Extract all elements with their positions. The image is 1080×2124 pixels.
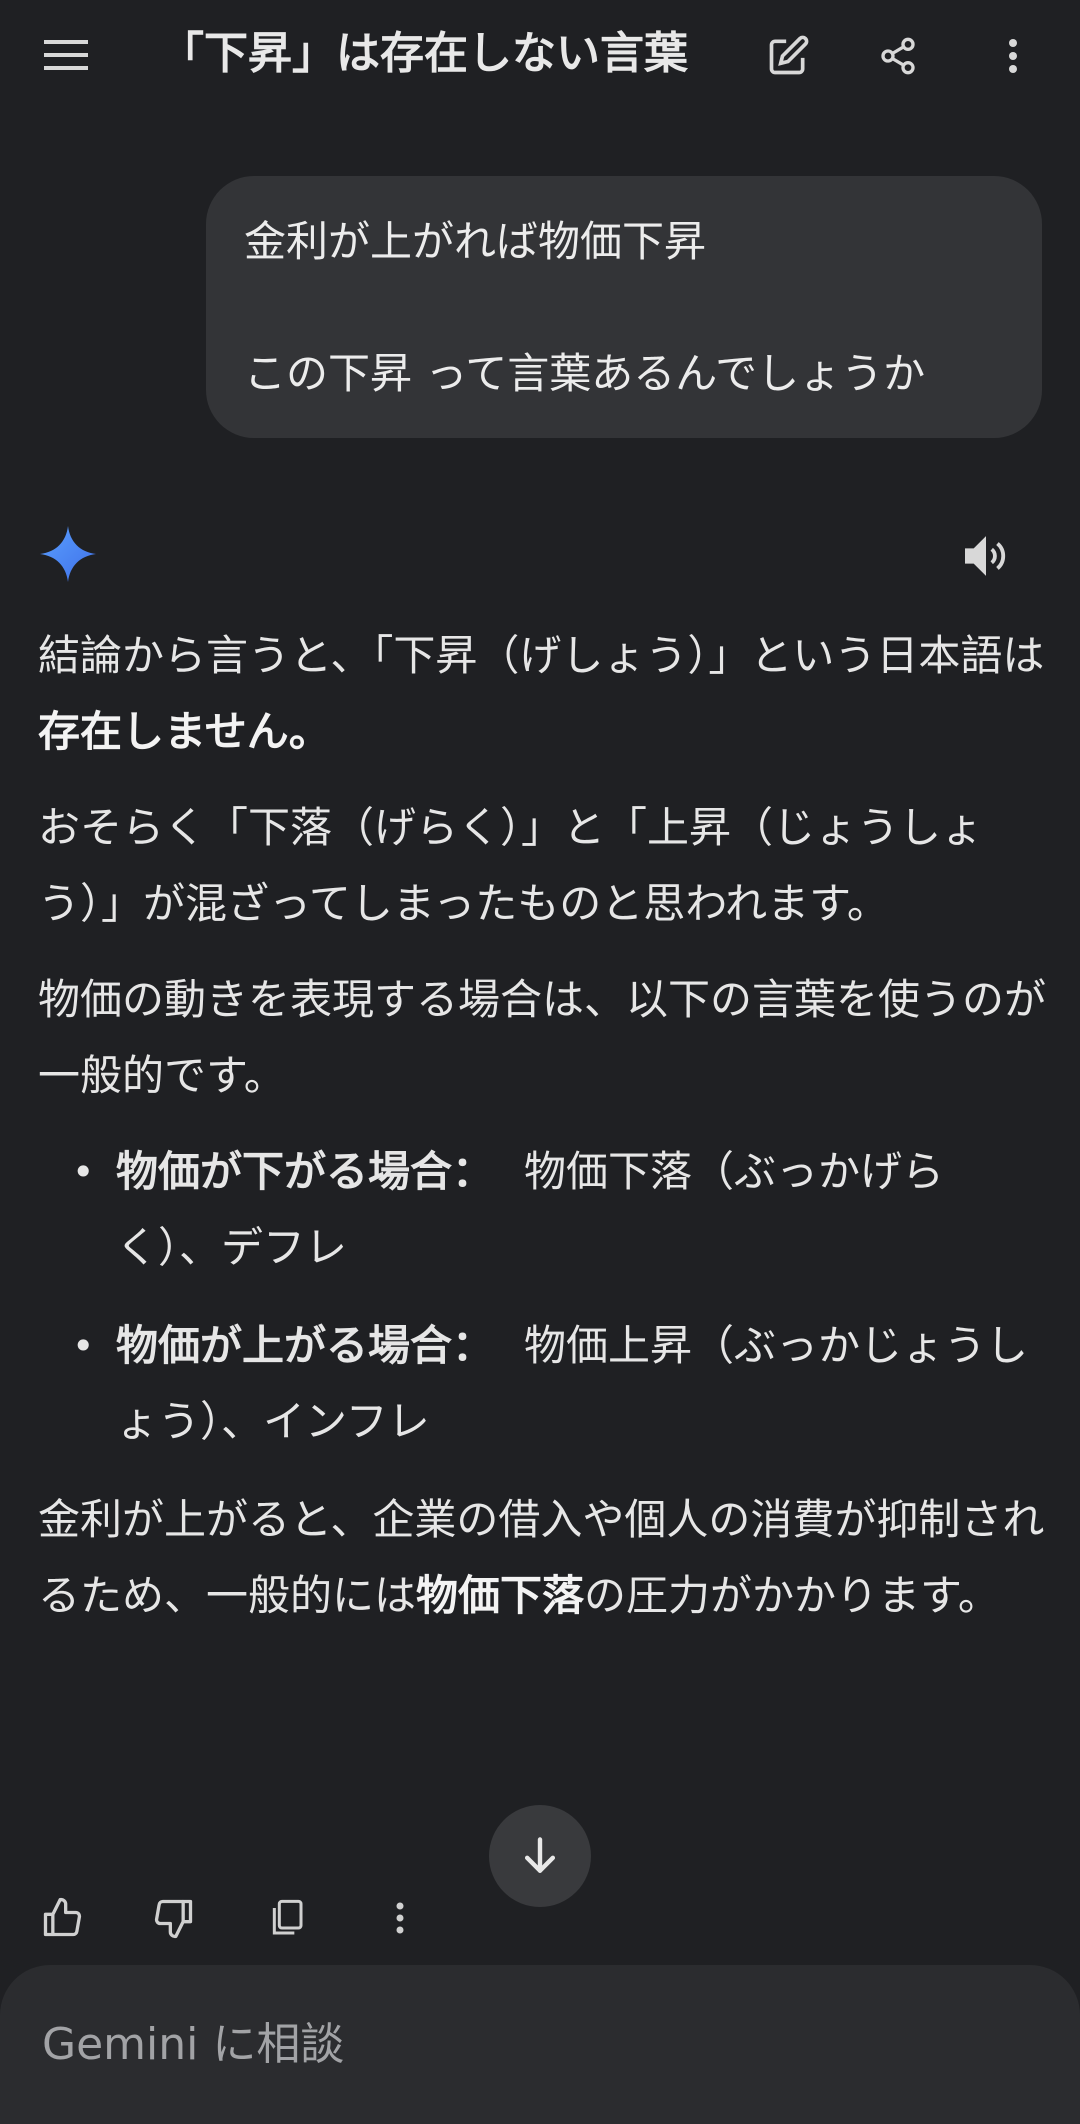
user-message-line: この下昇 って言葉あるんでしょうか [244, 349, 926, 398]
response-paragraph: 金利が上がると、企業の借入や個人の消費が抑制されるため、一般的には物価下落の圧力… [38, 1495, 1045, 1620]
response-paragraph: おそらく「下落（げらく）」と「上昇（じょうしょう）」が混ざってしまったものと思わ… [38, 803, 984, 928]
top-app-bar: 「下昇」は存在しない言葉 [0, 0, 1080, 110]
conversation-title: 「下昇」は存在しない言葉 [160, 28, 688, 79]
user-message-bubble: 金利が上がれば物価下昇 この下昇 って言葉あるんでしょうか [206, 176, 1042, 438]
bold-text: 物価下落 [416, 1571, 585, 1620]
thumbs-down-icon[interactable] [144, 1888, 204, 1948]
menu-icon[interactable] [38, 30, 94, 80]
more-options-icon[interactable] [985, 28, 1041, 84]
gemini-response: 結論から言うと、「下昇（げしょう）」という日本語は存在しません。 おそらく「下落… [38, 618, 1048, 1654]
prompt-composer [0, 1965, 1080, 2124]
user-message-line: 金利が上がれば物価下昇 [244, 217, 707, 266]
list-item: 物価が下がる場合：物価下落（ぶっかげらく）、デフレ [38, 1134, 1048, 1286]
prompt-input[interactable] [42, 2009, 1022, 2079]
list-item: 物価が上がる場合：物価上昇（ぶっかじょうしょう）、インフレ [38, 1308, 1048, 1460]
bullet-list: 物価が下がる場合：物価下落（ぶっかげらく）、デフレ 物価が上がる場合：物価上昇（… [38, 1134, 1048, 1460]
gemini-star-icon [38, 524, 98, 584]
response-paragraph: 結論から言うと、「下昇（げしょう）」という日本語は存在しません。 [38, 631, 1045, 756]
share-icon[interactable] [870, 28, 926, 84]
bold-text: 存在しません。 [38, 707, 331, 756]
speaker-icon[interactable] [956, 526, 1016, 586]
edit-icon[interactable] [760, 28, 816, 84]
response-paragraph: 物価の動きを表現する場合は、以下の言葉を使うのが一般的です。 [38, 975, 1047, 1100]
arrow-down-icon [524, 1837, 556, 1873]
more-actions-icon[interactable] [370, 1888, 430, 1948]
thumbs-up-icon[interactable] [32, 1888, 92, 1948]
response-actions [0, 1882, 1080, 1952]
copy-icon[interactable] [256, 1888, 316, 1948]
